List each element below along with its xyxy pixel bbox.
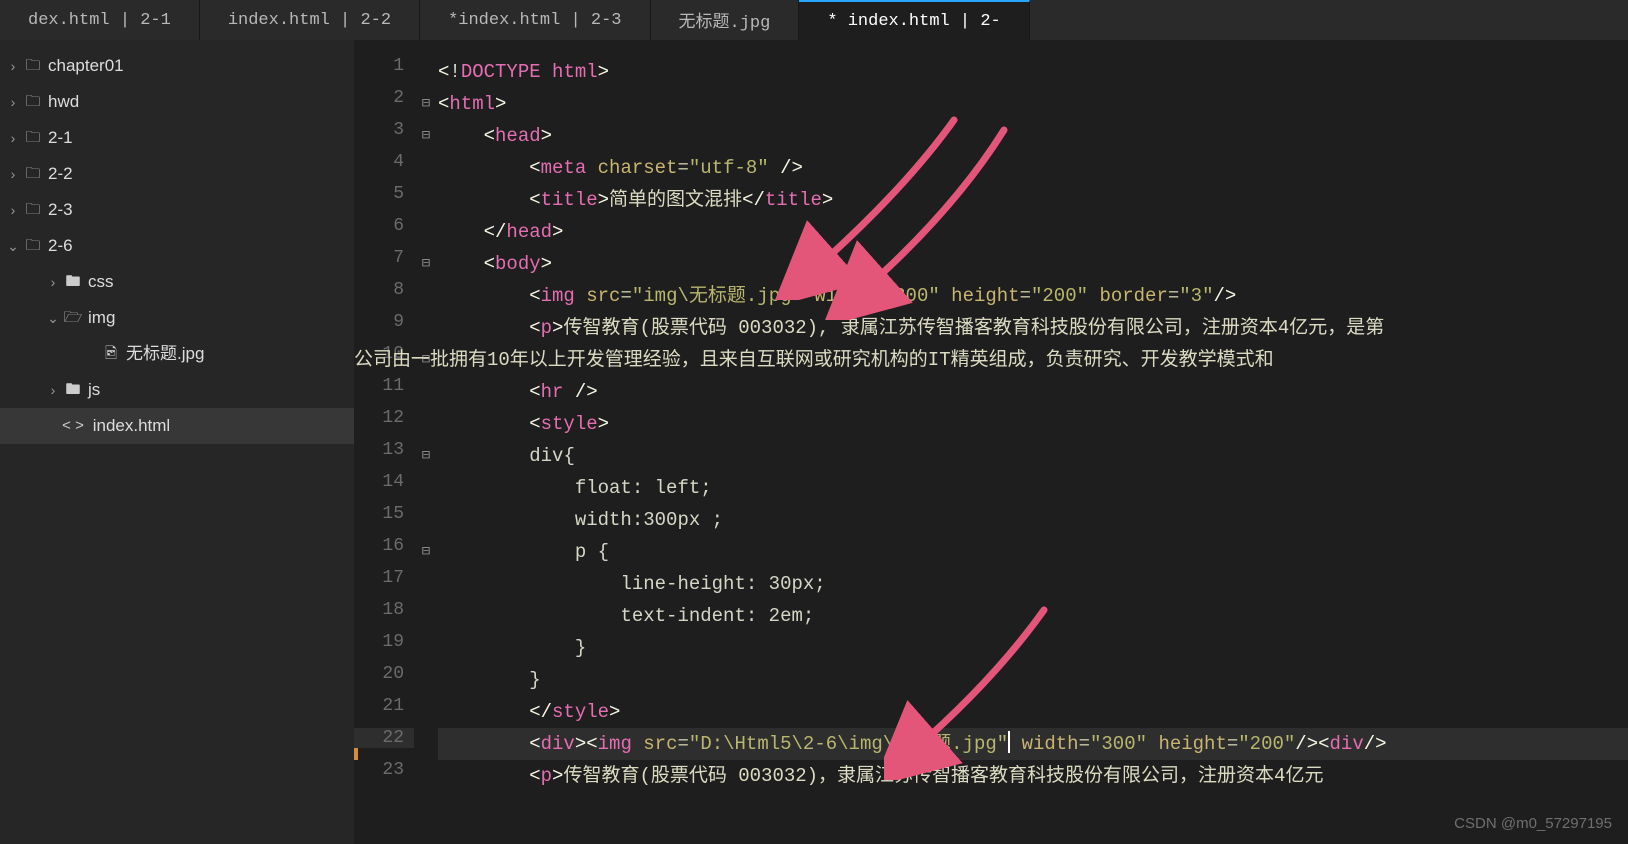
folder-open-icon: 🗁 <box>62 300 84 336</box>
code-line[interactable]: 1<!DOCTYPE html> <box>354 56 1628 88</box>
code-line[interactable]: 21 </style> <box>354 696 1628 728</box>
folder-icon: 🖿 <box>62 372 84 408</box>
sidebar-item-2-6[interactable]: ⌄🗀2-6 <box>0 228 354 264</box>
code-line[interactable]: 13⊟ div{ <box>354 440 1628 472</box>
folder-icon: 🗀 <box>22 192 44 228</box>
sidebar-item-chapter01[interactable]: ›🗀chapter01 <box>0 48 354 84</box>
sidebar-item-2-1[interactable]: ›🗀2-1 <box>0 120 354 156</box>
folder-icon: 🗀 <box>22 156 44 192</box>
folder-icon: 🗀 <box>22 120 44 156</box>
code-line[interactable]: 5 <title>简单的图文混排</title> <box>354 184 1628 216</box>
folder-icon: 🗀 <box>22 84 44 120</box>
sidebar-item-untitled-jpg[interactable]: 🖻无标题.jpg <box>0 336 354 372</box>
code-line[interactable]: 12 <style> <box>354 408 1628 440</box>
code-line[interactable]: 10⊟公司由一批拥有10年以上开发管理经验，且来自互联网或研究机构的IT精英组成… <box>354 344 1628 376</box>
folder-icon: 🗀 <box>22 48 44 84</box>
tab-1[interactable]: index.html | 2-2 <box>200 0 420 40</box>
code-line[interactable]: 11 <hr /> <box>354 376 1628 408</box>
code-line[interactable]: 16⊟ p { <box>354 536 1628 568</box>
tab-0[interactable]: dex.html | 2-1 <box>0 0 200 40</box>
code-line[interactable]: 18 text-indent: 2em; <box>354 600 1628 632</box>
code-line[interactable]: 14 float: left; <box>354 472 1628 504</box>
sidebar-item-css[interactable]: ›🖿css <box>0 264 354 300</box>
sidebar-item-img[interactable]: ⌄🗁img <box>0 300 354 336</box>
code-line[interactable]: 20 } <box>354 664 1628 696</box>
code-line[interactable]: 3⊟ <head> <box>354 120 1628 152</box>
chevron-right-icon: › <box>4 48 22 84</box>
tab-3[interactable]: 无标题.jpg <box>651 0 800 40</box>
sidebar-item-2-2[interactable]: ›🗀2-2 <box>0 156 354 192</box>
chevron-right-icon: › <box>4 156 22 192</box>
sidebar-item-2-3[interactable]: ›🗀2-3 <box>0 192 354 228</box>
watermark: CSDN @m0_57297195 <box>1454 815 1612 832</box>
code-line[interactable]: 4 <meta charset="utf-8" /> <box>354 152 1628 184</box>
chevron-right-icon: › <box>44 372 62 408</box>
chevron-right-icon: › <box>4 192 22 228</box>
sidebar-item-js[interactable]: ›🖿js <box>0 372 354 408</box>
text-caret <box>1008 731 1010 753</box>
code-line[interactable]: 8 <img src="img\无标题.jpg" width="300" hei… <box>354 280 1628 312</box>
tab-4[interactable]: * index.html | 2- <box>799 0 1029 40</box>
code-line[interactable]: 22 <div><img src="D:\Html5\2-6\img\无标题.j… <box>354 728 1628 760</box>
chevron-right-icon: › <box>4 120 22 156</box>
code-line[interactable]: 7⊟ <body> <box>354 248 1628 280</box>
code-line[interactable]: 15 width:300px ; <box>354 504 1628 536</box>
sidebar-item-hwd[interactable]: ›🗀hwd <box>0 84 354 120</box>
folder-icon: 🗀 <box>22 228 44 264</box>
chevron-right-icon: › <box>4 84 22 120</box>
code-line[interactable]: 23 <p>传智教育(股票代码 003032)，隶属江苏传智播客教育科技股份有限… <box>354 760 1628 792</box>
folder-icon: 🖿 <box>62 264 84 300</box>
code-icon: < > <box>62 408 84 444</box>
tab-2[interactable]: *index.html | 2-3 <box>420 0 650 40</box>
code-line[interactable]: 2⊟<html> <box>354 88 1628 120</box>
chevron-right-icon: › <box>44 264 62 300</box>
chevron-down-icon: ⌄ <box>44 300 62 336</box>
code-line[interactable]: 17 line-height: 30px; <box>354 568 1628 600</box>
code-editor[interactable]: 1<!DOCTYPE html> 2⊟<html> 3⊟ <head> 4 <m… <box>354 40 1628 844</box>
chevron-down-icon: ⌄ <box>4 228 22 264</box>
code-line[interactable]: 9 <p>传智教育(股票代码 003032), 隶属江苏传智播客教育科技股份有限… <box>354 312 1628 344</box>
sidebar-item-index-html[interactable]: < > index.html <box>0 408 354 444</box>
file-explorer: ›🗀chapter01 ›🗀hwd ›🗀2-1 ›🗀2-2 ›🗀2-3 ⌄🗀2-… <box>0 40 354 844</box>
code-line[interactable]: 19 } <box>354 632 1628 664</box>
code-line[interactable]: 6 </head> <box>354 216 1628 248</box>
tab-bar: dex.html | 2-1 index.html | 2-2 *index.h… <box>0 0 1628 40</box>
image-icon: 🖻 <box>100 336 122 372</box>
